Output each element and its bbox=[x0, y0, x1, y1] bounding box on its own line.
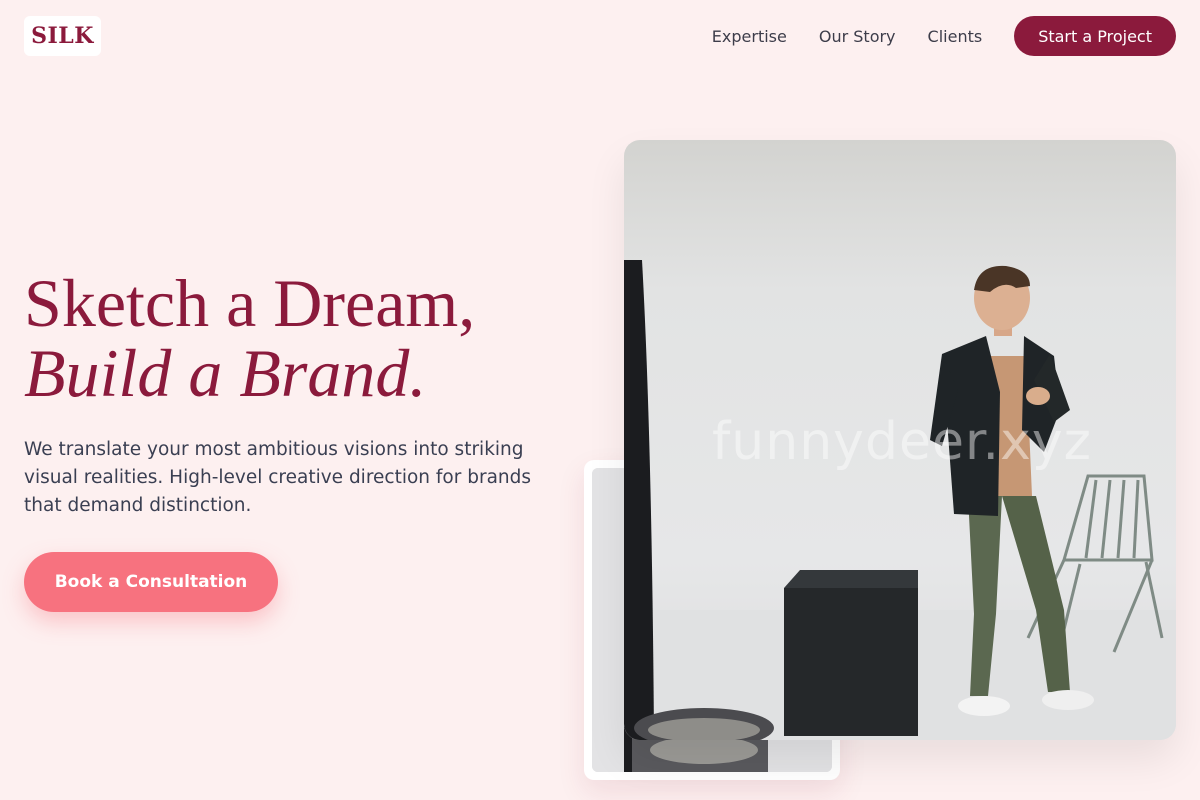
hero-title-line-2: Build a Brand. bbox=[24, 335, 427, 411]
nav-link-clients[interactable]: Clients bbox=[928, 27, 983, 46]
hero-photo: funnydeer.xyz bbox=[624, 140, 1176, 740]
watermark-text: funnydeer.xyz bbox=[712, 412, 1092, 472]
top-nav: Expertise Our Story Clients Start a Proj… bbox=[712, 16, 1176, 56]
hero-title-line-1: Sketch a Dream, bbox=[24, 265, 476, 341]
hero-subtitle: We translate your most ambitious visions… bbox=[24, 439, 532, 516]
start-project-button[interactable]: Start a Project bbox=[1014, 16, 1176, 56]
hero-title: Sketch a Dream, Build a Brand. bbox=[24, 268, 584, 408]
book-consultation-button[interactable]: Book a Consultation bbox=[24, 552, 278, 612]
nav-link-expertise[interactable]: Expertise bbox=[712, 27, 787, 46]
logo[interactable]: SILK bbox=[24, 16, 101, 56]
nav-link-our-story[interactable]: Our Story bbox=[819, 27, 896, 46]
